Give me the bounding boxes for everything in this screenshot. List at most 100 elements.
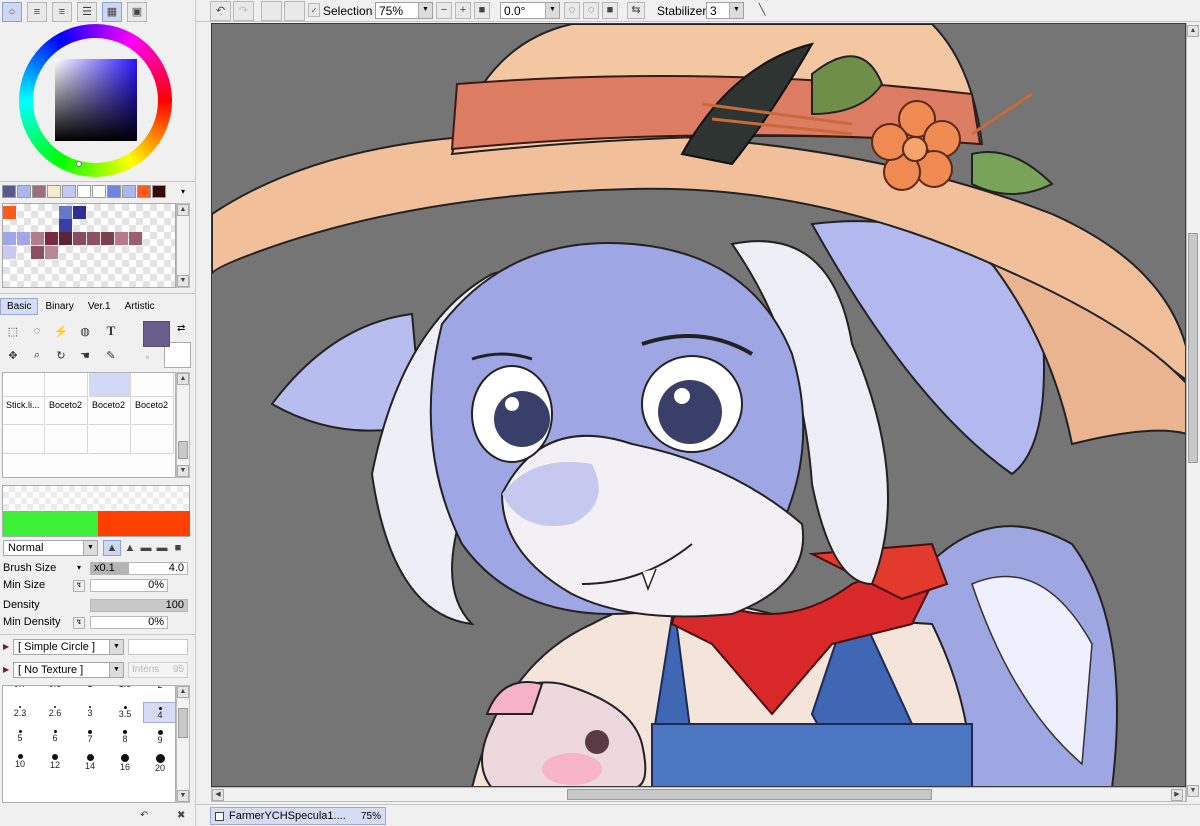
color-swatch[interactable] [137,185,151,198]
undo-button[interactable]: ↶ [210,1,231,21]
color-swatch[interactable] [17,185,31,198]
text-tool[interactable]: T [100,321,122,341]
brush-slot[interactable] [46,373,88,397]
color-swatch[interactable] [152,185,166,198]
brush-slot[interactable] [3,373,45,397]
swap-colors-icon[interactable]: ⇄ [177,323,185,334]
expand-arrow-icon[interactable]: ▶ [3,642,9,651]
brush-edge-4-button[interactable]: ▬ [154,540,170,556]
scroll-down-icon[interactable]: ▼ [177,275,189,287]
foreground-color-swatch[interactable] [143,321,170,347]
shape-tool[interactable]: ◍ [74,321,96,341]
density-field[interactable]: 100 [90,599,188,612]
rgb-slider-mode-button[interactable]: ≡ [27,2,47,22]
scroll-up-icon[interactable]: ▲ [177,373,189,385]
min-size-pressure-icon[interactable]: ↯ [73,580,85,592]
size-preset[interactable]: 7 [73,726,107,747]
scroll-thumb[interactable] [178,441,188,459]
scroll-up-icon[interactable]: ▲ [177,686,189,698]
brush-edge-3-button[interactable]: ▬ [138,540,154,556]
min-size-field[interactable]: 0% [90,579,168,592]
size-preset[interactable]: 6 [38,726,72,747]
tab-artistic[interactable]: Artistic [118,298,162,315]
size-preset[interactable]: 16 [108,750,142,772]
size-preset[interactable]: 20 [143,750,175,773]
undo-icon[interactable]: ↶ [140,810,148,821]
blend-mode-select[interactable]: Normal ▼ [3,540,98,556]
brush-slot[interactable] [46,426,88,454]
color-swatch[interactable] [77,185,91,198]
color-swatch[interactable] [107,185,121,198]
sv-marker[interactable] [67,93,73,99]
rotate-left-button[interactable]: ◌ [564,2,580,19]
brush-slot[interactable]: Boceto2 [46,397,88,425]
scroll-down-icon[interactable]: ▼ [177,790,189,802]
canvas[interactable] [211,23,1186,787]
min-density-field[interactable]: 0% [90,616,168,629]
brush-slot-selected[interactable] [89,373,131,397]
color-swatch[interactable] [47,185,61,198]
transparent-color-icon[interactable]: ▫ [146,353,149,362]
scroll-thumb[interactable] [178,708,188,738]
size-preset[interactable]: 2.3 [3,702,37,723]
scroll-up-icon[interactable]: ▲ [177,204,189,216]
hand-tool[interactable]: ☚ [74,345,96,365]
deselect-button[interactable] [261,1,282,21]
redo-button[interactable]: ↷ [233,1,254,21]
canvas-vertical-scrollbar[interactable]: ▲ ▼ [1186,23,1200,802]
flip-horizontal-button[interactable]: ⇆ [627,2,645,19]
size-preset[interactable]: 1.5 [108,686,142,699]
brush-slot[interactable] [132,426,174,454]
rotate-tool[interactable]: ↻ [50,345,72,365]
saturation-value-square[interactable] [55,59,137,141]
brush-slot[interactable]: Boceto2 [89,397,131,425]
zoom-out-button[interactable]: − [436,2,452,19]
size-preset[interactable]: 5 [3,726,37,747]
size-preset[interactable]: 4 [143,702,175,723]
size-preset[interactable]: 0.8 [38,686,72,699]
size-preset[interactable]: 0.7 [3,686,37,699]
size-preset[interactable]: 10 [3,750,37,771]
hsv-slider-mode-button[interactable]: ≡ [52,2,72,22]
scratchpad[interactable] [2,203,176,288]
tab-binary[interactable]: Binary [38,298,80,315]
brush-texture-select[interactable]: [ No Texture ] ▼ [13,662,124,678]
min-density-pressure-icon[interactable]: ↯ [73,617,85,629]
scroll-right-icon[interactable]: ▶ [1171,789,1183,801]
scroll-thumb[interactable] [567,789,932,800]
size-preset[interactable]: 3.5 [108,702,142,723]
size-dropdown-icon[interactable]: ▾ [77,563,81,572]
color-swatch[interactable] [122,185,136,198]
invert-selection-button[interactable] [284,1,305,21]
size-preset[interactable]: 1 [73,686,107,699]
size-preset[interactable]: 9 [143,726,175,747]
move-tool[interactable]: ✥ [2,345,24,365]
delete-icon[interactable]: ✖ [177,810,185,821]
zoom-reset-button[interactable]: ■ [474,2,490,19]
canvas-horizontal-scrollbar[interactable]: ◀ ▶ [211,787,1186,802]
size-presets-scrollbar[interactable]: ▲ ▼ [176,685,190,803]
color-swatch[interactable] [92,185,106,198]
tab-ver1[interactable]: Ver.1 [81,298,118,315]
scroll-down-icon[interactable]: ▼ [1187,785,1199,797]
document-tab[interactable]: FarmerYCHSpecula1.... 75% [210,807,386,825]
color-mixer-mode-button[interactable]: ☰ [77,2,97,22]
brush-slot[interactable] [89,426,131,454]
tab-basic[interactable]: Basic [0,298,39,315]
swatches-mode-button[interactable]: ▦ [102,2,122,22]
rotate-reset-button[interactable]: ■ [602,2,618,19]
pen-pressure-button[interactable]: ╲ [753,2,771,19]
rotation-select[interactable]: 0.0° ▼ [500,2,560,19]
swatch-bar[interactable] [2,185,167,198]
brush-grid-scrollbar[interactable]: ▲ ▼ [176,372,190,478]
stabilizer-select[interactable]: 3 ▼ [706,2,744,19]
brush-slot[interactable] [132,373,174,397]
shape-strength-field[interactable] [128,639,188,655]
brush-edge-2-button[interactable]: ▲ [122,540,138,556]
color-wheel-mode-button[interactable]: ○ [2,2,22,22]
color-swatch[interactable] [62,185,76,198]
hue-marker[interactable] [76,161,82,167]
size-preset[interactable]: 14 [73,750,107,771]
rect-select-tool[interactable]: ⬚ [2,321,24,341]
scroll-down-icon[interactable]: ▼ [177,465,189,477]
